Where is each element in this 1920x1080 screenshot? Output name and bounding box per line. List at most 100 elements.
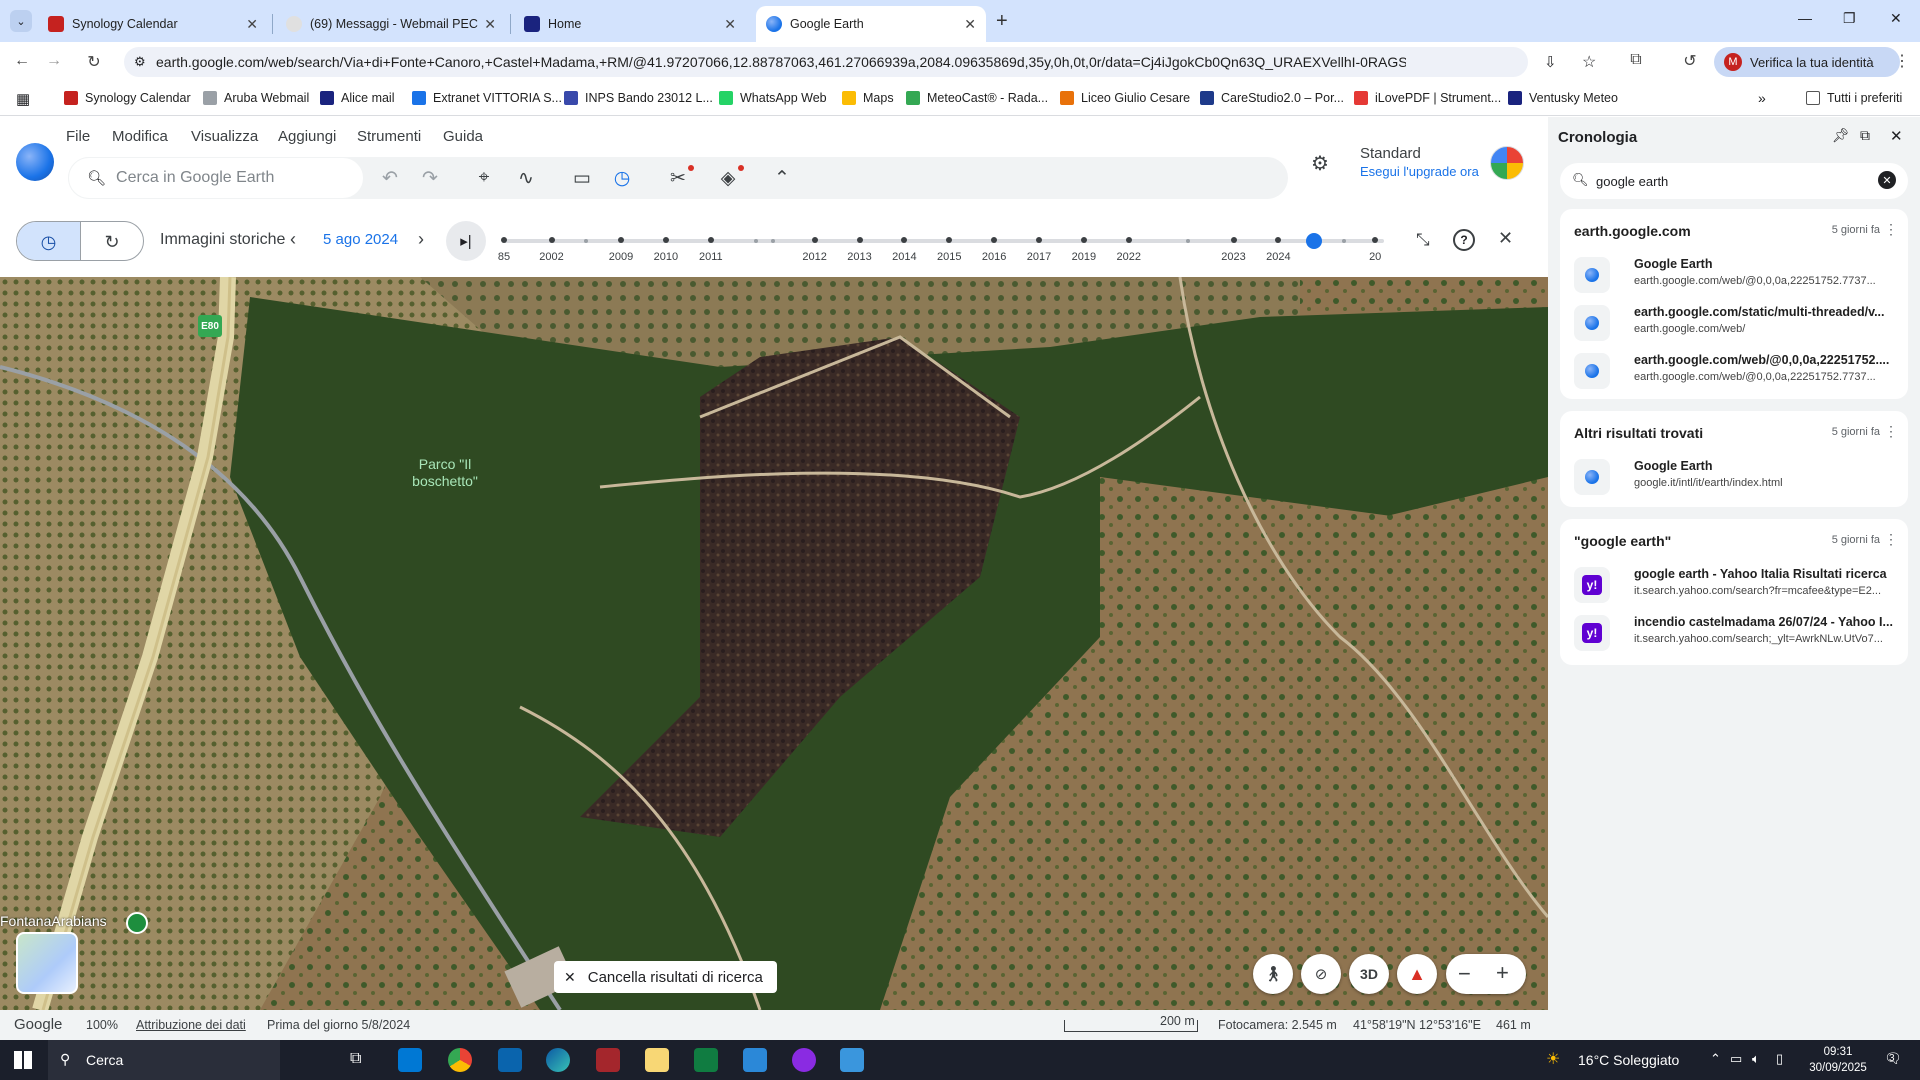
redo-icon[interactable]: ↷ — [418, 167, 442, 190]
3d-button[interactable]: 3D — [1349, 954, 1389, 994]
timeline-tick[interactable] — [1372, 237, 1379, 243]
bookmark-item[interactable]: MeteoCast® - Rada... — [906, 91, 1048, 105]
timeline-tick[interactable] — [811, 237, 818, 243]
bookmark-item[interactable]: INPS Bando 23012 L... — [564, 91, 713, 105]
menu-view[interactable]: Visualizza — [191, 128, 258, 145]
timeline-minor-tick[interactable] — [771, 239, 776, 243]
url-text[interactable]: earth.google.com/web/search/Via+di+Fonte… — [156, 54, 1406, 70]
timeline-tick[interactable] — [946, 237, 953, 243]
volume-icon[interactable]: 🔈︎ — [1752, 1051, 1760, 1067]
account-avatar[interactable] — [1490, 146, 1524, 180]
close-tab-icon[interactable]: ✕ — [964, 16, 976, 33]
history-icon[interactable]: ↺ — [1680, 51, 1700, 71]
pin-icon[interactable]: 📌︎ — [1832, 127, 1850, 144]
timeline-tick[interactable] — [501, 237, 507, 243]
history-search-input[interactable]: 🔍︎ google earth ✕ — [1560, 163, 1908, 199]
earth-search[interactable]: 🔍︎ Cerca in Google Earth — [68, 157, 364, 199]
timeline-tick[interactable] — [1230, 237, 1237, 243]
tab-search-button[interactable]: ⌄ — [10, 10, 32, 32]
measure-icon[interactable]: ▭ — [570, 167, 594, 190]
app-icon[interactable] — [840, 1048, 864, 1072]
more-options-icon[interactable]: ⋮ — [1884, 423, 1898, 440]
tab-google-earth[interactable]: Google Earth ✕ — [756, 6, 986, 42]
site-info-icon[interactable]: ⚙ — [134, 54, 146, 70]
timeline-tick[interactable] — [618, 237, 625, 243]
install-icon[interactable]: ⇩ — [1544, 53, 1557, 71]
app-icon[interactable] — [792, 1048, 816, 1072]
taskbar-search[interactable]: ⚲ Cerca — [48, 1040, 280, 1080]
pegman-icon[interactable]: 🚶︎ — [1253, 954, 1293, 994]
open-new-icon[interactable]: ⧉ — [1860, 127, 1870, 144]
tab-synology[interactable]: Synology Calendar ✕ — [38, 6, 268, 42]
verify-identity-button[interactable]: M Verifica la tua identità — [1714, 47, 1900, 77]
history-timeline[interactable]: 85 2002 2009 2010 2011 2012 2013 2014 2015 2016 20… — [498, 233, 1384, 263]
weather-text[interactable]: 16°C Soleggiato — [1578, 1052, 1679, 1068]
file-explorer-icon[interactable] — [645, 1048, 669, 1072]
history-item[interactable]: Google Earth google.it/intl/it/earth/inde… — [1574, 455, 1894, 499]
upgrade-link[interactable]: Esegui l'upgrade ora — [1360, 164, 1479, 179]
tilt-icon[interactable]: ⊘ — [1301, 954, 1341, 994]
timeline-tick[interactable] — [1036, 237, 1043, 243]
map-type-thumbnail[interactable] — [16, 932, 78, 994]
close-panel-icon[interactable]: ✕ — [1890, 127, 1903, 145]
extensions-icon[interactable]: ⧉ — [1626, 51, 1646, 69]
settings-gear-icon[interactable]: ⚙ — [1311, 151, 1329, 176]
bookmark-item[interactable]: Liceo Giulio Cesare — [1060, 91, 1190, 105]
timeline-tick[interactable] — [707, 237, 714, 243]
clear-query-icon[interactable]: ✕ — [1878, 171, 1896, 189]
next-date-icon[interactable]: › — [418, 229, 424, 250]
apps-icon[interactable]: ▦ — [16, 90, 30, 108]
attribution-link[interactable]: Attribuzione dei dati — [136, 1018, 246, 1032]
history-item[interactable]: y! incendio castelmadama 26/07/24 - Yahoo… — [1574, 611, 1894, 655]
zoom-out-icon[interactable]: − — [1458, 961, 1471, 987]
bookmark-item[interactable]: Ventusky Meteo — [1508, 91, 1618, 105]
timeline-tick[interactable] — [1275, 237, 1282, 243]
close-history-icon[interactable]: ✕ — [1498, 228, 1513, 249]
battery-icon[interactable]: ▯ — [1776, 1051, 1783, 1067]
menu-add[interactable]: Aggiungi — [278, 128, 336, 145]
excel-icon[interactable] — [694, 1048, 718, 1072]
timeline-minor-tick[interactable] — [1342, 239, 1347, 243]
history-item[interactable]: Google Earth earth.google.com/web/@0,0,0a… — [1574, 253, 1894, 297]
new-tab-button[interactable]: + — [996, 10, 1008, 33]
satellite-map[interactable]: E80 Parco "Il boschetto" FontanaArabians… — [0, 277, 1548, 1010]
bookmark-item[interactable]: iLovePDF | Strument... — [1354, 91, 1501, 105]
menu-help[interactable]: Guida — [443, 128, 483, 145]
tray-chevron-icon[interactable]: ⌃ — [1710, 1051, 1721, 1067]
bookmark-item[interactable]: Synology Calendar — [64, 91, 191, 105]
tab-home[interactable]: Home ✕ — [514, 6, 746, 42]
menu-icon[interactable]: ⋮ — [1892, 51, 1912, 71]
more-bookmarks-icon[interactable]: » — [1758, 90, 1766, 106]
minimize-button[interactable]: — — [1798, 10, 1812, 26]
close-window-button[interactable]: ✕ — [1890, 10, 1902, 27]
park-label[interactable]: Parco "Il boschetto" — [400, 456, 490, 490]
tools-icon[interactable]: ✂ — [666, 167, 690, 190]
help-icon[interactable]: ? — [1453, 229, 1475, 251]
menu-file[interactable]: File — [66, 128, 90, 145]
bookmark-item[interactable]: Maps — [842, 91, 894, 105]
placemark-icon[interactable]: ⌖ — [472, 167, 496, 189]
forward-icon[interactable]: → — [44, 52, 64, 70]
timeline-tick[interactable] — [856, 237, 863, 243]
bookmark-item[interactable]: Extranet VITTORIA S... — [412, 91, 562, 105]
latest-date-button[interactable]: ▸| — [446, 221, 486, 261]
bookmark-item[interactable]: Aruba Webmail — [203, 91, 309, 105]
reload-icon[interactable]: ↻ — [84, 52, 104, 72]
more-options-icon[interactable]: ⋮ — [1884, 531, 1898, 548]
all-bookmarks[interactable]: Tutti i preferiti — [1806, 91, 1902, 105]
historical-imagery-icon[interactable]: ◷ — [610, 167, 634, 190]
search-placeholder[interactable]: Cerca in Google Earth — [116, 169, 274, 187]
access-icon[interactable] — [596, 1048, 620, 1072]
timeline-tick[interactable] — [991, 237, 998, 243]
bookmark-star-icon[interactable]: ☆ — [1582, 52, 1596, 72]
menu-edit[interactable]: Modifica — [112, 128, 168, 145]
timeline-tick[interactable] — [901, 237, 908, 243]
outlook-icon[interactable] — [498, 1048, 522, 1072]
store-icon[interactable] — [398, 1048, 422, 1072]
more-options-icon[interactable]: ⋮ — [1884, 221, 1898, 238]
layers-icon[interactable]: ◈ — [716, 167, 740, 190]
compass-icon[interactable]: ▲ — [1397, 954, 1437, 994]
timeline-tick[interactable] — [548, 237, 555, 243]
tab-webmail-pec[interactable]: (69) Messaggi - Webmail PEC ✕ — [276, 6, 506, 42]
refresh-icon[interactable]: ↻ — [79, 222, 143, 260]
